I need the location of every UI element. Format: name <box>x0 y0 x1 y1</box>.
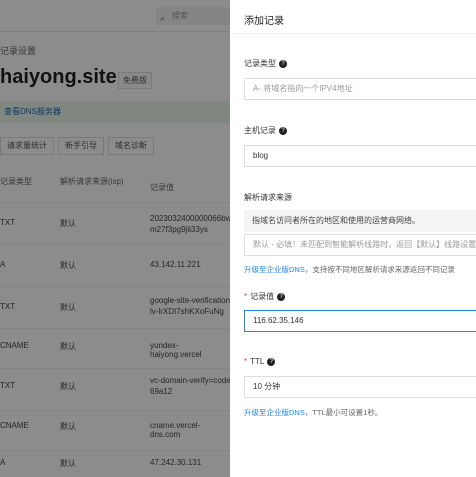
value-label: * 记录值? <box>244 291 286 302</box>
help-icon[interactable]: ? <box>267 357 276 366</box>
ttl-label-text: TTL <box>250 357 265 366</box>
record-type-select[interactable]: A- 将域名指向一个IPV4地址 <box>244 78 476 100</box>
host-input[interactable]: blog <box>244 145 476 167</box>
drawer-divider <box>230 33 476 34</box>
line-label: 解析请求来源 <box>244 193 292 202</box>
upgrade-link[interactable]: 升级至企业版DNS <box>244 408 305 417</box>
ttl-hint: 升级至企业版DNS，TTL最小可设置1秒。 <box>244 407 382 418</box>
ttl-label: * TTL? <box>244 357 276 366</box>
help-icon[interactable]: ? <box>277 292 286 301</box>
line-hint-text: ，支持按不同地区解析请求来源返回不同记录 <box>304 265 455 274</box>
line-select[interactable]: 默认 - 必填！未匹配到智能解析线路时，返回【默认】线路设置结果 <box>244 234 476 256</box>
record-type-label: 记录类型? <box>244 58 287 69</box>
line-hint: 升级至企业版DNS，支持按不同地区解析请求来源返回不同记录 <box>244 264 455 275</box>
drawer-title: 添加记录 <box>244 16 284 27</box>
help-icon[interactable]: ? <box>279 59 287 68</box>
ttl-select[interactable]: 10 分钟 <box>244 376 476 398</box>
record-type-label-text: 记录类型 <box>244 59 276 68</box>
value-label-text: 记录值 <box>250 292 275 301</box>
line-description: 指域名访问者所在的地区和使用的运营商网络。 <box>244 210 476 232</box>
host-label: 主机记录? <box>244 125 287 136</box>
host-label-text: 主机记录 <box>244 126 276 135</box>
help-icon[interactable]: ? <box>279 126 287 135</box>
modal-mask[interactable] <box>0 0 230 477</box>
ttl-hint-text: ，TTL最小可设置1秒。 <box>304 408 383 417</box>
upgrade-link[interactable]: 升级至企业版DNS <box>244 265 305 274</box>
add-record-drawer: 添加记录 记录类型? A- 将域名指向一个IPV4地址 主机记录? blog 解… <box>230 0 476 477</box>
record-value-input[interactable]: 116.62.35.146 <box>244 310 476 332</box>
